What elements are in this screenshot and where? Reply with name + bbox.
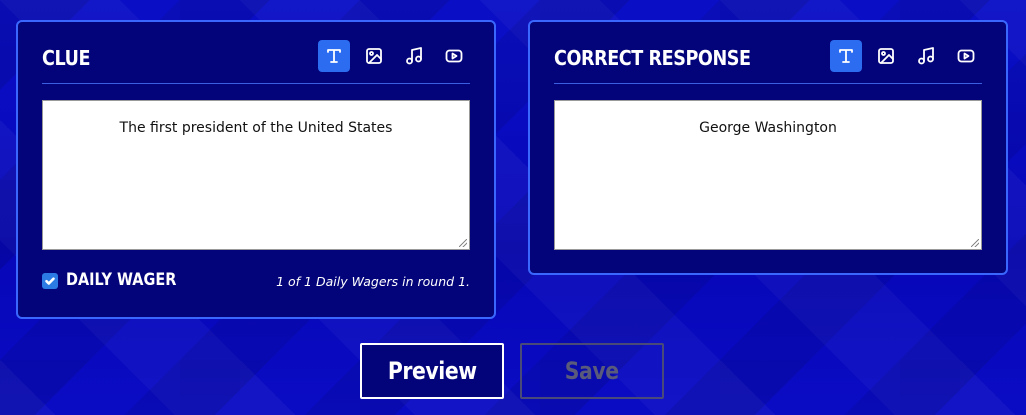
response-image-button[interactable]	[870, 40, 902, 72]
resize-handle-icon[interactable]	[971, 239, 979, 247]
daily-wager-label[interactable]: DAILY WAGER	[66, 270, 176, 290]
preview-button[interactable]: Preview	[360, 343, 504, 399]
image-icon	[878, 48, 894, 64]
music-icon	[918, 47, 934, 65]
response-audio-button[interactable]	[910, 40, 942, 72]
clue-panel-title: CLUE	[42, 46, 91, 70]
clue-image-button[interactable]	[358, 40, 390, 72]
response-panel: CORRECT RESPONSE George Washington	[528, 20, 1008, 275]
image-icon	[366, 48, 382, 64]
save-button[interactable]: Save	[520, 343, 664, 399]
response-text-button[interactable]	[830, 40, 862, 72]
music-icon	[406, 47, 422, 65]
response-text: George Washington	[699, 120, 837, 136]
response-textarea[interactable]: George Washington	[554, 100, 982, 250]
daily-wager-row: DAILY WAGER 1 of 1 Daily Wagers in round…	[42, 270, 470, 292]
daily-wager-count: 1 of 1 Daily Wagers in round 1.	[276, 274, 470, 289]
daily-wager-checkbox[interactable]	[42, 273, 58, 289]
clue-textarea[interactable]: The first president of the United States	[42, 100, 470, 250]
response-video-button[interactable]	[950, 40, 982, 72]
clue-text-button[interactable]	[318, 40, 350, 72]
clue-audio-button[interactable]	[398, 40, 430, 72]
checkmark-icon	[45, 277, 55, 285]
clue-panel-header: CLUE	[42, 40, 470, 84]
response-media-toolbar	[830, 40, 982, 72]
video-icon	[957, 49, 975, 63]
video-icon	[445, 49, 463, 63]
clue-media-toolbar	[318, 40, 470, 72]
text-icon	[839, 49, 853, 63]
response-panel-title: CORRECT RESPONSE	[554, 46, 751, 70]
clue-text: The first president of the United States	[119, 120, 393, 136]
save-button-label: Save	[565, 357, 619, 385]
resize-handle-icon[interactable]	[459, 239, 467, 247]
response-panel-header: CORRECT RESPONSE	[554, 40, 982, 84]
clue-panel: CLUE The first president of the United S…	[16, 20, 496, 319]
text-icon	[327, 49, 341, 63]
preview-button-label: Preview	[387, 357, 477, 385]
clue-video-button[interactable]	[438, 40, 470, 72]
